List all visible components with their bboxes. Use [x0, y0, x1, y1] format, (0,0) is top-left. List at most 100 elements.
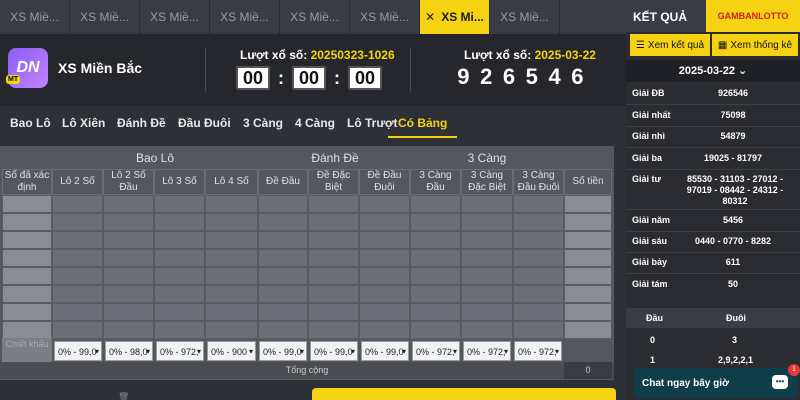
bet-cell[interactable]: [308, 285, 359, 303]
bet-cell[interactable]: [461, 321, 513, 339]
number-cell[interactable]: [2, 213, 52, 231]
bet-cell[interactable]: [410, 303, 461, 321]
discount-select[interactable]: 0% - 99,0 ▾: [54, 341, 102, 361]
bet-cell[interactable]: [52, 303, 103, 321]
bet-cell[interactable]: [52, 285, 103, 303]
bet-cell[interactable]: [205, 231, 258, 249]
discount-select[interactable]: 0% - 99,0 ▾: [259, 341, 307, 361]
bet-cell[interactable]: [154, 213, 205, 231]
number-cell[interactable]: [2, 195, 52, 213]
number-cell[interactable]: [2, 249, 52, 267]
category-4-cang[interactable]: 4 Càng: [295, 108, 335, 138]
discount-select[interactable]: 0% - 99,0 ▾: [361, 341, 409, 361]
bet-cell[interactable]: [461, 285, 513, 303]
bet-cell[interactable]: [258, 231, 308, 249]
bet-cell[interactable]: [513, 285, 564, 303]
bet-cell[interactable]: [52, 195, 103, 213]
bet-cell[interactable]: [103, 303, 154, 321]
bet-cell[interactable]: [410, 195, 461, 213]
bet-cell[interactable]: [205, 321, 258, 339]
amount-cell[interactable]: [564, 213, 612, 231]
category-bao-lo[interactable]: Bao Lô: [10, 108, 51, 138]
bet-cell[interactable]: [308, 321, 359, 339]
bet-cell[interactable]: [410, 249, 461, 267]
tab-3[interactable]: XS Miề...: [210, 0, 280, 34]
bet-cell[interactable]: [103, 267, 154, 285]
bet-cell[interactable]: [410, 285, 461, 303]
tab-4[interactable]: XS Miề...: [280, 0, 350, 34]
bet-cell[interactable]: [308, 231, 359, 249]
date-select[interactable]: 2025-03-22 ⌄: [626, 60, 800, 82]
bet-cell[interactable]: [103, 213, 154, 231]
bet-cell[interactable]: [359, 303, 410, 321]
amount-cell[interactable]: [564, 285, 612, 303]
bet-cell[interactable]: [103, 321, 154, 339]
bet-cell[interactable]: [154, 285, 205, 303]
bet-cell[interactable]: [359, 195, 410, 213]
bet-cell[interactable]: [103, 231, 154, 249]
bet-cell[interactable]: [205, 195, 258, 213]
tab-6-active[interactable]: ✕ XS Mi...: [420, 0, 490, 34]
discount-select[interactable]: 0% - 972, ▾: [156, 341, 204, 361]
bet-cell[interactable]: [52, 213, 103, 231]
amount-cell[interactable]: [564, 195, 612, 213]
bet-cell[interactable]: [308, 267, 359, 285]
bet-cell[interactable]: [359, 231, 410, 249]
clear-button[interactable]: 🗑: [118, 392, 162, 400]
bet-cell[interactable]: [308, 249, 359, 267]
chat-widget[interactable]: Chat ngay bây giờ ••• 1: [634, 364, 800, 398]
amount-cell[interactable]: [564, 321, 612, 339]
bet-cell[interactable]: [461, 213, 513, 231]
bet-cell[interactable]: [205, 267, 258, 285]
bet-cell[interactable]: [154, 231, 205, 249]
tab-2[interactable]: XS Miề...: [140, 0, 210, 34]
bet-cell[interactable]: [52, 267, 103, 285]
bet-cell[interactable]: [410, 267, 461, 285]
bet-cell[interactable]: [258, 303, 308, 321]
view-results-button[interactable]: ☰ Xem kết quả: [630, 34, 710, 56]
category-3-cang[interactable]: 3 Càng: [243, 108, 283, 138]
bet-cell[interactable]: [154, 303, 205, 321]
tab-0[interactable]: XS Miề...: [0, 0, 70, 34]
amount-cell[interactable]: [564, 303, 612, 321]
bet-cell[interactable]: [154, 195, 205, 213]
bet-cell[interactable]: [205, 285, 258, 303]
discount-select[interactable]: 0% - 98,0 ▾: [105, 341, 153, 361]
bet-cell[interactable]: [410, 231, 461, 249]
tab-7[interactable]: XS Miề...: [490, 0, 560, 34]
bet-cell[interactable]: [513, 267, 564, 285]
tab-1[interactable]: XS Miề...: [70, 0, 140, 34]
bet-cell[interactable]: [461, 303, 513, 321]
bet-cell[interactable]: [410, 321, 461, 339]
number-cell[interactable]: [2, 231, 52, 249]
discount-select[interactable]: 0% - 99,0 ▾: [310, 341, 358, 361]
bet-cell[interactable]: [258, 213, 308, 231]
bet-cell[interactable]: [461, 267, 513, 285]
close-icon[interactable]: ✕: [425, 10, 435, 24]
bet-cell[interactable]: [308, 195, 359, 213]
bet-cell[interactable]: [513, 195, 564, 213]
bet-cell[interactable]: [461, 195, 513, 213]
bet-cell[interactable]: [103, 195, 154, 213]
bet-cell[interactable]: [52, 231, 103, 249]
bet-cell[interactable]: [258, 321, 308, 339]
bet-cell[interactable]: [52, 321, 103, 339]
bet-cell[interactable]: [359, 267, 410, 285]
amount-cell[interactable]: [564, 267, 612, 285]
amount-cell[interactable]: [564, 249, 612, 267]
bet-cell[interactable]: [258, 267, 308, 285]
bet-cell[interactable]: [154, 249, 205, 267]
bet-cell[interactable]: [258, 195, 308, 213]
bet-cell[interactable]: [52, 249, 103, 267]
category-co-bang[interactable]: Có Bảng: [388, 108, 458, 138]
tab-5[interactable]: XS Miề...: [350, 0, 420, 34]
bet-cell[interactable]: [258, 285, 308, 303]
bet-cell[interactable]: [410, 213, 461, 231]
number-cell[interactable]: [2, 267, 52, 285]
bet-cell[interactable]: [205, 213, 258, 231]
bet-cell[interactable]: [258, 249, 308, 267]
category-lo-xien[interactable]: Lô Xiên: [62, 108, 105, 138]
number-cell[interactable]: [2, 303, 52, 321]
amount-cell[interactable]: [564, 231, 612, 249]
bet-cell[interactable]: [205, 249, 258, 267]
